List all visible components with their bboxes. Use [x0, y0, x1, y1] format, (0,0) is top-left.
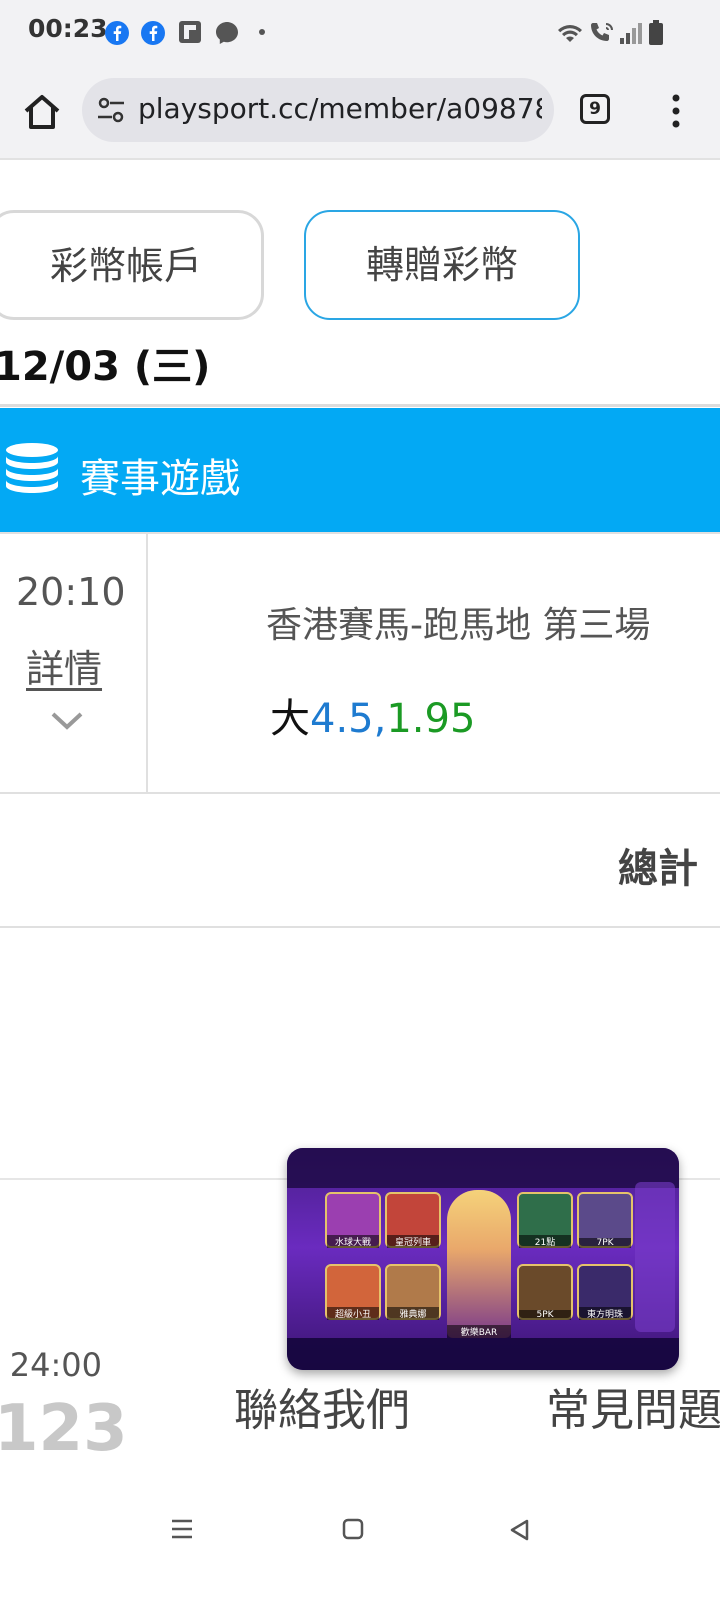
- section-title: 賽事遊戲: [80, 456, 240, 502]
- divider: [0, 792, 720, 794]
- odds-side: 大: [270, 696, 310, 742]
- ad-game-card: 雅典娜: [385, 1264, 441, 1320]
- messenger-icon: [216, 22, 238, 44]
- ad-game-label: 超級小丑: [327, 1307, 379, 1320]
- divider: [0, 404, 720, 407]
- home-icon[interactable]: [20, 90, 64, 134]
- ad-game-label: 皇冠列車: [387, 1235, 439, 1248]
- wifi-icon: [558, 25, 582, 42]
- wifi-calling-icon: [591, 23, 613, 41]
- status-bar: 00:23: [0, 0, 720, 64]
- battery-icon: [649, 20, 663, 45]
- total-label: 總計: [618, 846, 698, 892]
- more-vert-icon[interactable]: [666, 92, 686, 130]
- odds-line-value: 4.5: [310, 696, 374, 742]
- url-bar[interactable]: playsport.cc/member/a09878: [82, 78, 554, 142]
- contact-us-link[interactable]: 聯絡我們: [234, 1374, 410, 1438]
- ad-game-card: 超級小丑: [325, 1264, 381, 1320]
- date-label: 12/03 (三): [0, 344, 211, 390]
- ad-top-bar: [287, 1148, 679, 1188]
- tabs-icon[interactable]: 9: [580, 94, 610, 124]
- ad-character-image: 歡樂BAR: [447, 1190, 511, 1338]
- ad-game-label: 雅典娜: [387, 1307, 439, 1320]
- system-nav-bar: [0, 1500, 720, 1600]
- ad-side-menu: [635, 1182, 675, 1332]
- coins-icon: [6, 443, 58, 493]
- recents-icon[interactable]: [170, 1518, 194, 1540]
- ad-game-label: 東方明珠: [579, 1307, 631, 1320]
- service-hours: - 24:00: [0, 1346, 102, 1384]
- ad-game-card: 21點: [517, 1192, 573, 1248]
- details-link[interactable]: 詳情: [26, 638, 102, 693]
- url-text[interactable]: playsport.cc/member/a09878: [138, 92, 542, 125]
- section-header: 賽事遊戲: [0, 408, 720, 532]
- ad-game-card: 水球大戰: [325, 1192, 381, 1248]
- status-time: 00:23: [28, 14, 108, 43]
- ad-game-card: 皇冠列車: [385, 1192, 441, 1248]
- game-ad-banner[interactable]: 水球大戰 皇冠列車 21點 7PK 超級小丑 雅典娜 歡樂BAR 5PK 東方明…: [287, 1148, 679, 1370]
- divider: [146, 534, 148, 792]
- transfer-coins-button[interactable]: 轉贈彩幣: [304, 210, 580, 320]
- ad-game-label: 歡樂BAR: [447, 1325, 511, 1338]
- coin-account-button[interactable]: 彩幣帳戶: [0, 210, 264, 320]
- divider: [0, 532, 720, 534]
- ad-game-label: 5PK: [519, 1310, 571, 1320]
- ad-game-label: 水球大戰: [327, 1235, 379, 1248]
- odds-price: 1.95: [386, 696, 476, 742]
- facebook-icon: [105, 21, 129, 45]
- back-icon[interactable]: [508, 1518, 530, 1542]
- facebook-icon: [141, 21, 165, 45]
- dot-icon: [259, 29, 265, 35]
- signal-icon: [620, 23, 642, 44]
- divider: [0, 926, 720, 928]
- chevron-down-icon[interactable]: [50, 710, 84, 732]
- site-settings-icon[interactable]: [96, 97, 126, 123]
- odds-separator: ,: [373, 696, 387, 742]
- ad-game-label: 21點: [519, 1235, 571, 1248]
- home-nav-icon[interactable]: [342, 1518, 364, 1540]
- hotline-number: 123: [0, 1392, 128, 1466]
- game-name: 香港賽馬-跑馬地 第三場: [266, 605, 651, 646]
- faq-link[interactable]: 常見問題: [546, 1374, 720, 1438]
- browser-toolbar: playsport.cc/member/a09878 9: [0, 64, 720, 160]
- game-time: 20:10: [16, 570, 126, 614]
- ad-game-card: 7PK: [577, 1192, 633, 1248]
- ad-game-card: 東方明珠: [577, 1264, 633, 1320]
- ad-game-label: 7PK: [579, 1238, 631, 1248]
- ad-game-card: 5PK: [517, 1264, 573, 1320]
- odds: 大4.5,1.95: [270, 686, 475, 744]
- flipboard-icon: [179, 21, 201, 43]
- ad-bottom-bar: [287, 1338, 679, 1370]
